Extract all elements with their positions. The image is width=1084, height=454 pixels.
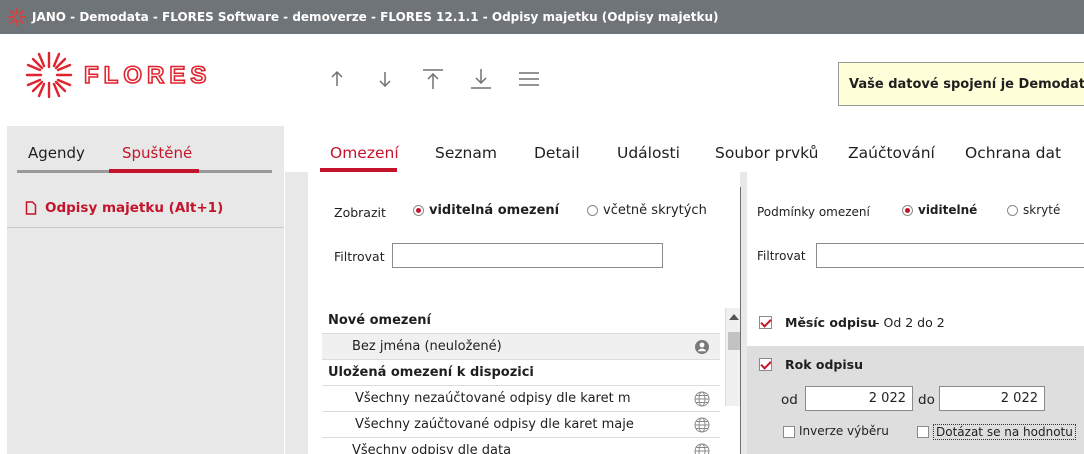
menu-icon [519, 72, 539, 86]
ask-for-value-checkbox[interactable] [917, 426, 929, 438]
year-to-label: do [918, 392, 935, 408]
left-tabs: Agendy Spuštěné [7, 126, 284, 173]
list-item-label: Všechny nezaúčtované odpisy dle karet m [355, 391, 631, 406]
scroll-up-arrow-icon[interactable] [729, 314, 739, 320]
running-agenda-item[interactable]: Odpisy majetku (Alt+1) [25, 200, 223, 216]
restrictions-list: Nové omezení Bez jména (neuložené) Ulože… [322, 308, 736, 454]
tab-soubor-prvku[interactable]: Soubor prvků [715, 144, 818, 162]
list-item-label: Všechny zaúčtované odpisy dle karet maje [355, 417, 634, 432]
flores-logo: FLORES [24, 50, 234, 100]
flores-logo-mark-icon [25, 51, 73, 99]
globe-icon [694, 391, 710, 406]
inverse-selection-label: Inverze výběru [799, 424, 889, 438]
radio-including-hidden-label: včetně skrytých [603, 203, 707, 218]
tab-ochrana-dat[interactable]: Ochrana dat [965, 144, 1061, 162]
condition-month-checkbox[interactable] [759, 316, 772, 329]
show-label: Zobrazit [334, 205, 386, 220]
title-bar: JANO - Demodata - FLORES Software - demo… [0, 0, 1084, 34]
filter-label: Filtrovat [334, 249, 385, 264]
app-header: FLORES Vaše datové spojení je Demodata [0, 34, 1084, 120]
inverse-selection-checkbox[interactable] [783, 426, 795, 438]
user-icon [695, 339, 709, 354]
radio-visible-conditions-label: viditelné [918, 203, 978, 217]
panel-divider[interactable] [740, 187, 741, 454]
move-down-button[interactable] [361, 64, 409, 94]
menu-button[interactable] [505, 64, 553, 94]
connection-notice: Vaše datové spojení je Demodata [838, 62, 1084, 106]
radio-dot [587, 205, 598, 216]
list-group-header: Nové omezení [322, 308, 720, 334]
radio-visible-restrictions[interactable]: viditelná omezení [413, 203, 559, 218]
list-scrollbar[interactable] [725, 308, 741, 406]
tab-agendy[interactable]: Agendy [28, 144, 85, 162]
tab-zauctovani[interactable]: Zaúčtování [848, 144, 935, 162]
flores-wordmark: FLORES [84, 63, 211, 87]
tab-udalosti[interactable]: Události [617, 144, 680, 162]
condition-year: Rok odpisu od 2 022 do 2 022 Inverze výb… [747, 346, 1084, 454]
saved-restrictions-section: Zobrazit viditelná omezení včetně skrytý… [308, 172, 741, 454]
list-item-label: Všechny odpisy dle data [352, 443, 512, 454]
radio-hidden-conditions-label: skryté [1023, 203, 1061, 217]
arrow-to-bottom-icon [471, 69, 491, 89]
tab-omezeni[interactable]: Omezení [330, 144, 399, 162]
document-icon [25, 201, 37, 215]
condition-year-label: Rok odpisu [785, 357, 863, 372]
left-panel-divider [7, 227, 284, 228]
radio-visible-label: viditelná omezení [429, 203, 560, 218]
list-item[interactable]: Všechny zaúčtované odpisy dle karet maje [322, 412, 720, 438]
radio-dot-selected [902, 204, 913, 216]
radio-including-hidden[interactable]: včetně skrytých [587, 203, 707, 218]
move-to-bottom-button[interactable] [457, 64, 505, 94]
condition-month-label: Měsíc odpisu [785, 315, 877, 330]
year-from-input[interactable]: 2 022 [805, 386, 913, 411]
globe-icon [694, 443, 710, 454]
year-from-label: od [781, 392, 798, 408]
radio-dot [1007, 204, 1018, 216]
list-item[interactable]: Bez jména (neuložené) [322, 334, 720, 360]
list-item[interactable]: Všechny nezaúčtované odpisy dle karet m [322, 386, 720, 412]
move-up-button[interactable] [313, 64, 361, 94]
condition-year-checkbox[interactable] [759, 358, 772, 371]
conditions-filter-label: Filtrovat [757, 249, 806, 263]
active-tab-indicator [109, 169, 199, 173]
main-panel: Omezení Seznam Detail Události Soubor pr… [285, 120, 1084, 454]
tab-seznam[interactable]: Seznam [435, 144, 497, 162]
radio-visible-conditions[interactable]: viditelné [902, 203, 977, 217]
filter-input[interactable] [392, 243, 663, 268]
condition-month: Měsíc odpisu - Od 2 do 2 [747, 302, 1084, 342]
condition-month-detail: - Od 2 do 2 [875, 315, 945, 330]
list-group-header: Uložená omezení k dispozici [322, 360, 720, 386]
globe-icon [694, 417, 710, 432]
arrow-down-icon [379, 72, 391, 88]
conditions-section: Podmínky omezení viditelné skryté Filtro… [747, 172, 1084, 454]
conditions-label: Podmínky omezení [757, 205, 870, 219]
move-to-top-button[interactable] [409, 64, 457, 94]
conditions-filter-input[interactable] [816, 243, 1084, 268]
scroll-thumb[interactable] [728, 332, 740, 350]
list-item-label: Bez jména (neuložené) [352, 339, 502, 354]
list-item[interactable]: Všechny odpisy dle data [322, 438, 720, 454]
window-title: JANO - Demodata - FLORES Software - demo… [32, 10, 719, 24]
radio-hidden-conditions[interactable]: skryté [1007, 203, 1060, 217]
left-panel: Agendy Spuštěné Odpisy majetku (Alt+1) [7, 126, 284, 454]
arrow-to-top-icon [423, 69, 443, 89]
svg-text:FLORES: FLORES [84, 63, 211, 87]
tab-detail[interactable]: Detail [534, 144, 580, 162]
arrow-up-icon [331, 70, 343, 86]
flores-app-icon [8, 8, 26, 26]
radio-dot-selected [413, 205, 424, 216]
running-agenda-label: Odpisy majetku (Alt+1) [45, 200, 224, 216]
year-to-input[interactable]: 2 022 [939, 386, 1045, 411]
navigation-toolbar [313, 64, 553, 94]
main-tabs: Omezení Seznam Detail Události Soubor pr… [285, 120, 1084, 172]
tab-spustene[interactable]: Spuštěné [122, 144, 192, 162]
ask-for-value-label: Dotázat se na hodnotu [933, 424, 1076, 440]
